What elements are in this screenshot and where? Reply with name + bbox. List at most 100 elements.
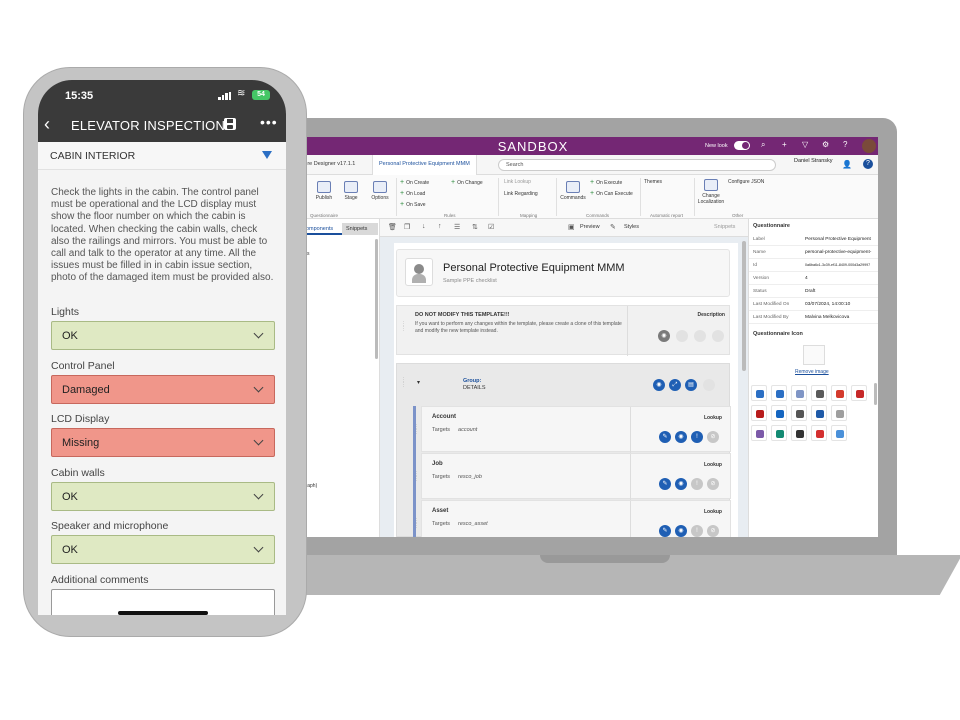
required-icon[interactable]: ! bbox=[691, 431, 703, 443]
visibility-icon[interactable]: ◉ bbox=[653, 379, 665, 391]
picker-icon[interactable] bbox=[831, 405, 847, 421]
chevron-down-icon[interactable] bbox=[262, 151, 272, 159]
more-icon[interactable]: ••• bbox=[260, 114, 278, 130]
arrow-down-icon[interactable]: ↓ bbox=[422, 223, 426, 230]
copy-icon[interactable]: ❐ bbox=[404, 223, 410, 231]
action-circle[interactable] bbox=[712, 330, 724, 342]
tab-ppe-template[interactable]: Personal Protective Equipment MMM bbox=[372, 155, 477, 175]
visibility-icon[interactable]: ◉ bbox=[675, 525, 687, 537]
lights-select[interactable]: OK bbox=[51, 321, 275, 350]
home-indicator[interactable] bbox=[118, 611, 208, 615]
field-asset[interactable]: ⋮ ⋮ Asset Targets resco_asset Lookup ✎ ◉ !… bbox=[414, 500, 731, 537]
configure-json-button[interactable]: Configure JSON bbox=[728, 179, 764, 185]
picker-icon[interactable] bbox=[831, 425, 847, 441]
themes-button[interactable]: Themes bbox=[644, 179, 662, 185]
on-can-execute-button[interactable]: + On Can Execute bbox=[590, 190, 633, 197]
field-job[interactable]: ⋮ ⋮ Job Targets resco_job Lookup ✎ ◉ ! ⊘ bbox=[414, 453, 731, 500]
lcd-display-select[interactable]: Missing bbox=[51, 428, 275, 457]
change-localization-button[interactable]: Change Localization bbox=[696, 179, 726, 205]
filter-icon[interactable]: ▽ bbox=[802, 140, 808, 149]
commands-button[interactable]: Commands bbox=[558, 181, 588, 201]
group-details[interactable]: ⋮ ⋮ ▾ Group: DETAILS ◉ ⤢ ▤ ⋮ ⋮ Account Tar… bbox=[396, 363, 731, 537]
edit-icon[interactable]: ✎ bbox=[659, 525, 671, 537]
search-input[interactable]: Search bbox=[498, 159, 776, 171]
property-row[interactable]: Last Modified On 03/07/2024, 14:00:10 bbox=[749, 298, 878, 311]
disable-icon[interactable]: ⊘ bbox=[707, 478, 719, 490]
link-regarding-button[interactable]: Link Regarding bbox=[504, 191, 538, 197]
property-row[interactable]: Name personal-protective-equipment- bbox=[749, 246, 878, 259]
property-row[interactable]: Id 0a6ba6c1-3c39-ef11-8409-000d3a29997 bbox=[749, 259, 878, 272]
required-icon[interactable]: ! bbox=[691, 478, 703, 490]
picker-icon[interactable] bbox=[831, 385, 847, 401]
rule-on-create[interactable]: + On Create bbox=[400, 179, 429, 186]
control-panel-select[interactable]: Damaged bbox=[51, 375, 275, 404]
picker-icon[interactable] bbox=[791, 425, 807, 441]
group-header[interactable]: ⋮ ⋮ ▾ Group: DETAILS ◉ ⤢ ▤ bbox=[397, 364, 731, 406]
stage-button[interactable]: Stage bbox=[340, 181, 362, 201]
visibility-icon[interactable]: ◉ bbox=[658, 330, 670, 342]
plus-icon[interactable]: + bbox=[782, 140, 787, 149]
list-icon[interactable]: ☰ bbox=[454, 223, 460, 231]
picker-icon[interactable] bbox=[851, 385, 867, 401]
picker-icon[interactable] bbox=[771, 405, 787, 421]
search-icon[interactable]: ⌕ bbox=[761, 140, 765, 150]
notice-block[interactable]: ⋮ ⋮ DO NOT MODIFY THIS TEMPLATE!!! If you… bbox=[396, 305, 730, 356]
action-circle[interactable] bbox=[703, 379, 715, 391]
rule-on-save[interactable]: + On Save bbox=[400, 201, 426, 208]
picker-icon[interactable] bbox=[771, 385, 787, 401]
form-header[interactable]: Personal Protective Equipment MMM Sample… bbox=[396, 249, 730, 297]
speaker-microphone-select[interactable]: OK bbox=[51, 535, 275, 564]
drag-handle-icon[interactable]: ⋮ ⋮ bbox=[414, 519, 419, 529]
remove-image-link[interactable]: Remove image bbox=[795, 369, 829, 375]
new-look-toggle[interactable] bbox=[734, 141, 750, 150]
rule-on-load[interactable]: + On Load bbox=[400, 190, 425, 197]
avatar[interactable] bbox=[862, 139, 876, 153]
styles-icon[interactable]: ✎ bbox=[610, 223, 616, 231]
drag-handle-icon[interactable]: ⋮ ⋮ bbox=[414, 425, 419, 435]
disable-icon[interactable]: ⊘ bbox=[707, 431, 719, 443]
gear-icon[interactable]: ⚙ bbox=[822, 140, 829, 149]
styles-button[interactable]: Styles bbox=[624, 224, 639, 230]
back-icon[interactable]: ‹ bbox=[44, 114, 50, 135]
visibility-icon[interactable]: ◉ bbox=[675, 478, 687, 490]
arrow-up-icon[interactable]: ↑ bbox=[438, 223, 442, 230]
picker-icon[interactable] bbox=[771, 425, 787, 441]
field-account[interactable]: ⋮ ⋮ Account Targets account Lookup ✎ ◉ ! ⊘ bbox=[414, 406, 731, 453]
publish-button[interactable]: Publish bbox=[312, 181, 336, 201]
tab-snippets[interactable]: Snippets bbox=[342, 223, 378, 235]
picker-icon[interactable] bbox=[751, 425, 767, 441]
drag-handle-icon[interactable]: ⋮ ⋮ bbox=[401, 378, 406, 388]
drag-handle-icon[interactable]: ⋮ ⋮ bbox=[401, 322, 406, 332]
expand-icon[interactable]: ⤢ bbox=[669, 379, 681, 391]
action-circle[interactable] bbox=[676, 330, 688, 342]
scrollbar[interactable] bbox=[874, 383, 877, 405]
required-icon[interactable]: ! bbox=[691, 525, 703, 537]
checkbox-icon[interactable]: ☑ bbox=[488, 223, 494, 231]
section-header[interactable]: CABIN INTERIOR bbox=[38, 142, 286, 170]
scrollbar[interactable] bbox=[742, 241, 746, 371]
picker-icon[interactable] bbox=[791, 385, 807, 401]
property-row[interactable]: Label Personal Protective Equipment bbox=[749, 233, 878, 246]
rule-on-change[interactable]: + On Change bbox=[451, 179, 483, 186]
picker-icon[interactable] bbox=[811, 385, 827, 401]
visibility-icon[interactable]: ◉ bbox=[675, 431, 687, 443]
sort-icon[interactable]: ⇅ bbox=[472, 223, 478, 231]
cabin-walls-select[interactable]: OK bbox=[51, 482, 275, 511]
property-row[interactable]: Status Draft bbox=[749, 285, 878, 298]
action-circle[interactable] bbox=[694, 330, 706, 342]
options-button[interactable]: Options bbox=[368, 181, 392, 201]
info-icon[interactable]: ? bbox=[863, 159, 873, 169]
picker-icon[interactable] bbox=[751, 405, 767, 421]
layout-icon[interactable]: ▤ bbox=[685, 379, 697, 391]
tab-designer[interactable]: naire Designer v17.1.1 bbox=[300, 161, 355, 167]
save-icon[interactable] bbox=[224, 118, 236, 130]
help-icon[interactable]: ? bbox=[843, 140, 847, 149]
edit-icon[interactable]: ✎ bbox=[659, 478, 671, 490]
preview-button[interactable]: Preview bbox=[580, 224, 600, 230]
property-row[interactable]: Last Modified By Malvina Melkovicova bbox=[749, 311, 878, 324]
preview-icon[interactable]: ▣ bbox=[568, 223, 575, 231]
on-execute-button[interactable]: + On Execute bbox=[590, 179, 622, 186]
picker-icon[interactable] bbox=[811, 405, 827, 421]
property-row[interactable]: Version 4 bbox=[749, 272, 878, 285]
edit-icon[interactable]: ✎ bbox=[659, 431, 671, 443]
